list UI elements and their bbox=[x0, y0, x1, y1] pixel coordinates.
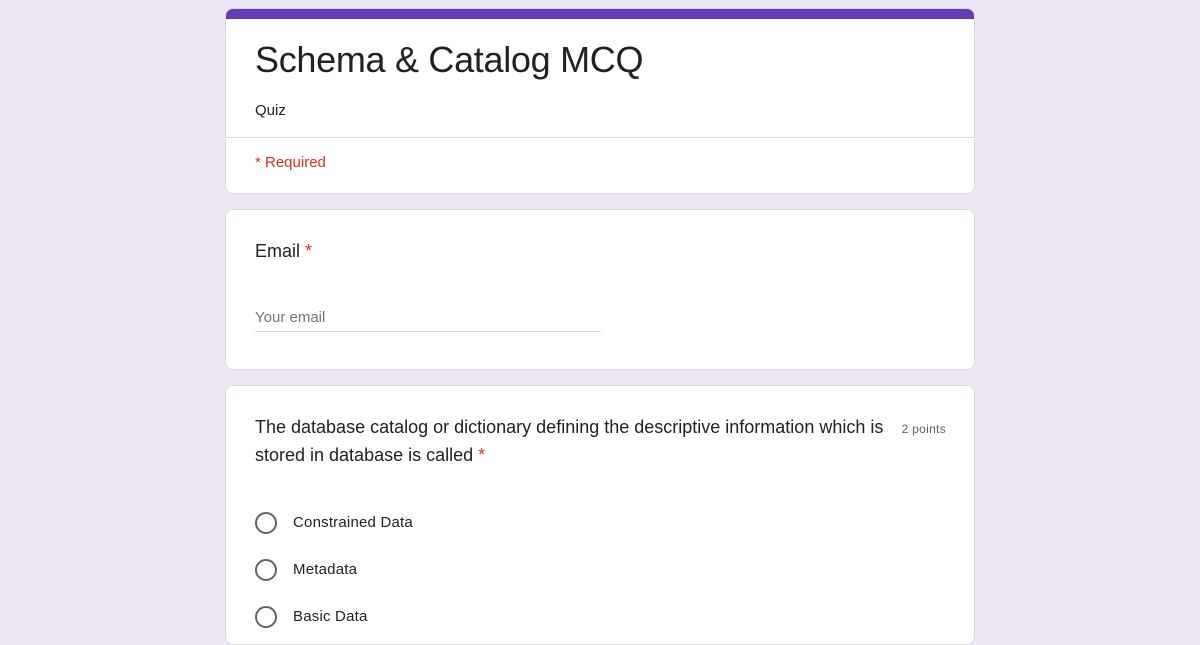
email-input[interactable] bbox=[255, 304, 601, 332]
email-label: Email bbox=[255, 241, 301, 261]
answer-option-constrained-data[interactable]: Constrained Data bbox=[255, 499, 413, 546]
form-page: Schema & Catalog MCQ Quiz * Required Ema… bbox=[225, 8, 975, 645]
answer-options: Constrained Data Metadata Basic Data bbox=[255, 499, 413, 640]
form-title: Schema & Catalog MCQ bbox=[255, 39, 644, 80]
form-description: Quiz bbox=[255, 102, 286, 119]
radio-unchecked-icon[interactable] bbox=[255, 558, 277, 581]
answer-option-basic-data[interactable]: Basic Data bbox=[255, 593, 413, 640]
radio-unchecked-icon[interactable] bbox=[255, 511, 277, 534]
required-note: * Required bbox=[255, 154, 326, 171]
radio-unchecked-icon[interactable] bbox=[255, 605, 277, 628]
answer-option-label: Metadata bbox=[293, 561, 358, 578]
required-asterisk: * bbox=[305, 241, 313, 261]
form-header-card: Schema & Catalog MCQ Quiz * Required bbox=[225, 8, 975, 194]
question-text: The database catalog or dictionary defin… bbox=[255, 417, 884, 465]
header-divider bbox=[226, 137, 974, 138]
answer-option-metadata[interactable]: Metadata bbox=[255, 546, 413, 593]
header-accent-bar bbox=[226, 9, 974, 19]
email-question-card: Email * bbox=[225, 209, 975, 370]
answer-option-label: Basic Data bbox=[293, 608, 368, 625]
question-card: The database catalog or dictionary defin… bbox=[225, 385, 975, 645]
question-title: The database catalog or dictionary defin… bbox=[255, 413, 895, 469]
question-points: 2 points bbox=[901, 422, 946, 436]
required-asterisk: * bbox=[478, 445, 486, 465]
answer-option-label: Constrained Data bbox=[293, 514, 413, 531]
email-question-title: Email * bbox=[255, 241, 312, 262]
